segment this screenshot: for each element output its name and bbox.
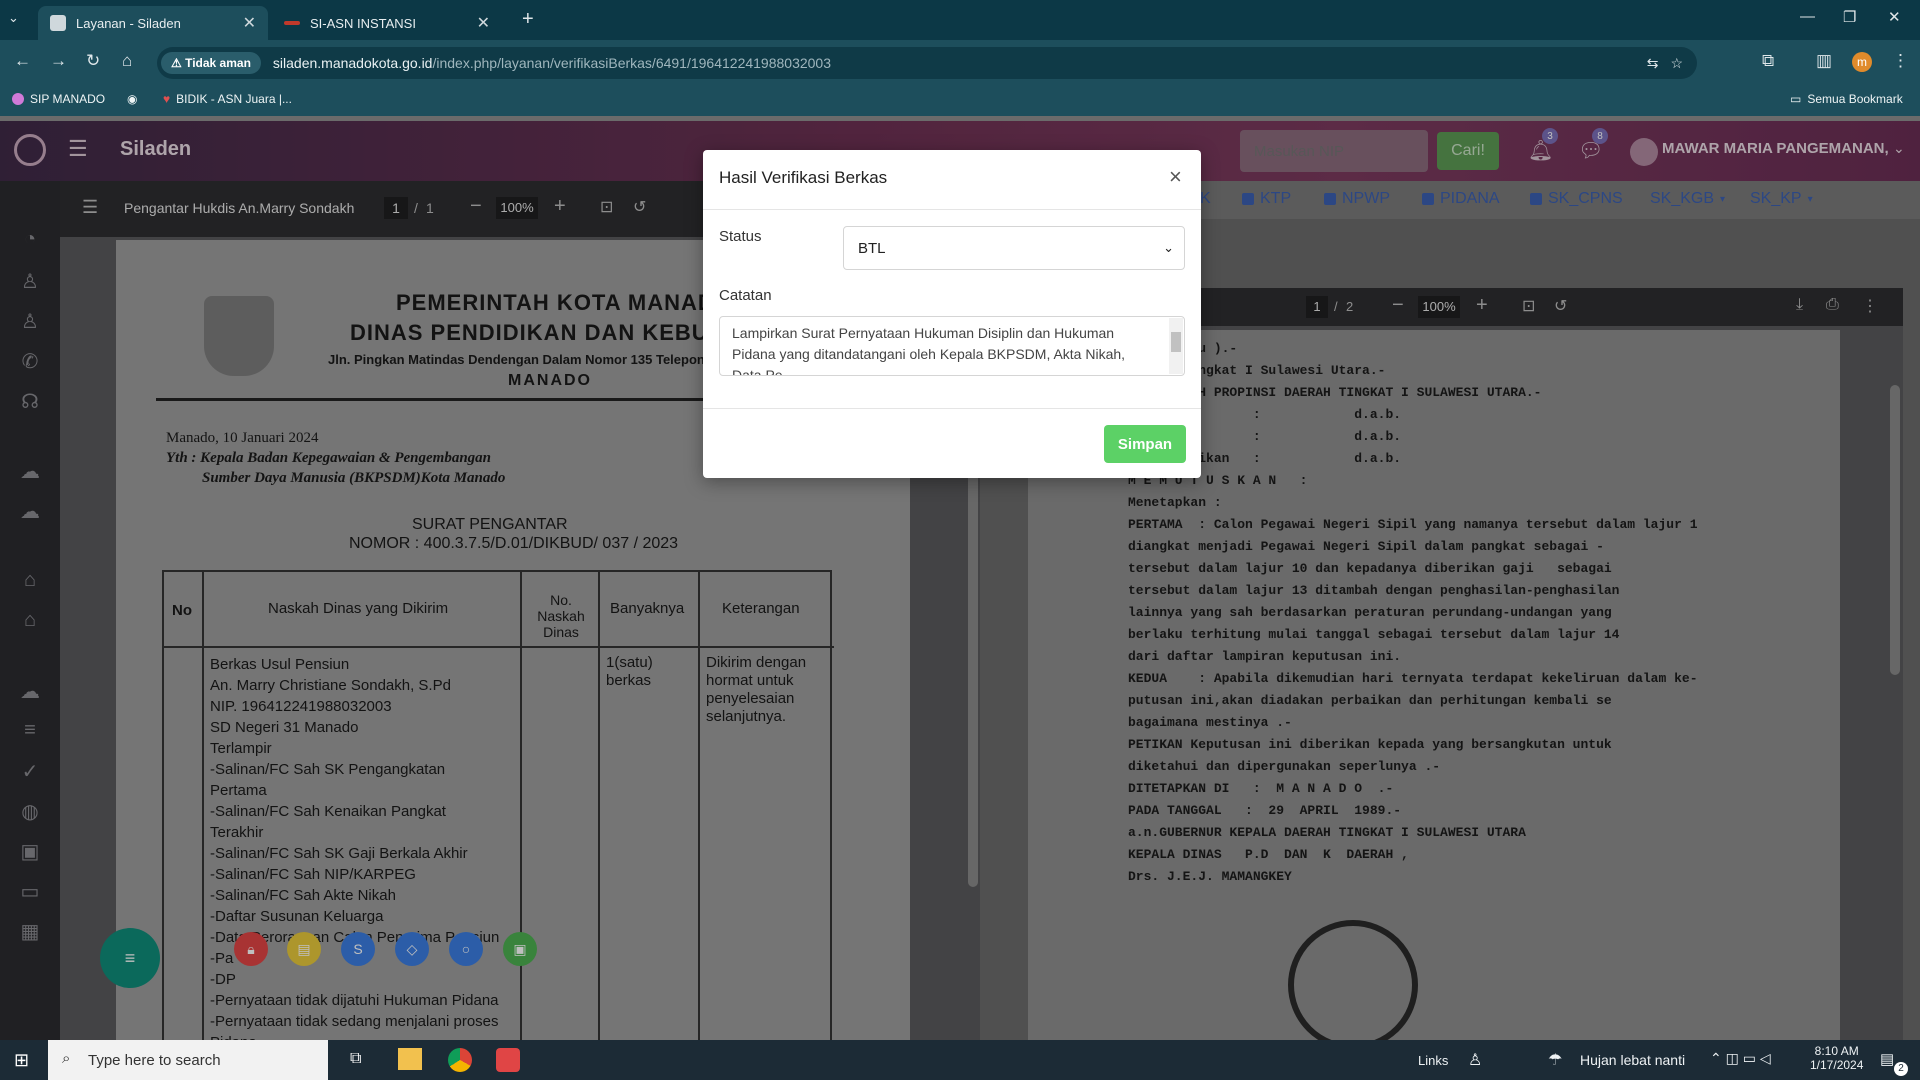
bookmark-label: BIDIK - ASN Juara |...	[176, 92, 292, 106]
tab-label: SI-ASN INSTANSI	[310, 15, 416, 31]
side-panel-icon[interactable]: ▥	[1816, 51, 1832, 71]
new-tab-icon[interactable]: +	[522, 8, 534, 31]
chrome-icon[interactable]	[448, 1048, 472, 1072]
tab-favicon-icon	[50, 15, 66, 31]
close-icon[interactable]: ×	[1169, 164, 1182, 190]
status-label: Status	[719, 228, 762, 245]
people-icon[interactable]: ♙	[1468, 1050, 1482, 1070]
tab-label: Layanan - Siladen	[76, 15, 181, 31]
bookmark-sip-manado[interactable]: SIP MANADO	[12, 92, 105, 106]
taskbar-links[interactable]: Links	[1418, 1053, 1448, 1068]
bookmark-star-icon[interactable]: ☆	[1670, 55, 1683, 72]
clock[interactable]: 8:10 AM 1/17/2024	[1810, 1044, 1863, 1072]
app-red-icon[interactable]	[496, 1048, 520, 1072]
weather-text[interactable]: Hujan lebat nanti	[1580, 1052, 1685, 1068]
all-bookmarks[interactable]: ▭ Semua Bookmark	[1790, 92, 1903, 106]
not-secure-label: Tidak aman	[185, 56, 251, 70]
modal-title: Hasil Verifikasi Berkas	[719, 168, 888, 187]
catatan-textarea[interactable]: Lampirkan Surat Pernyataan Hukuman Disip…	[719, 316, 1185, 376]
extensions-icon[interactable]: ⧉	[1762, 51, 1774, 71]
bookmark-label: SIP MANADO	[30, 92, 106, 106]
modal-divider	[703, 408, 1201, 409]
status-select[interactable]: BTL ⌄	[843, 226, 1185, 270]
weather-icon: ☂	[1548, 1052, 1563, 1069]
address-bar[interactable]: ⚠ Tidak aman siladen.manadokota.go.id/in…	[157, 47, 1697, 79]
folder-icon: ▭	[1790, 92, 1802, 106]
scroll-thumb[interactable]	[1171, 332, 1181, 352]
tab-close-icon[interactable]: ✕	[243, 13, 256, 33]
menu-kebab-icon[interactable]: ⋮	[1892, 51, 1909, 71]
bookmark-favicon-icon: ♥	[163, 92, 171, 106]
chevron-down-icon: ⌄	[1163, 240, 1174, 255]
tab-search-icon[interactable]: ⌄	[8, 10, 19, 26]
url-path: /index.php/layanan/verifikasiBerkas/6491…	[432, 55, 831, 71]
notification-count: 2	[1894, 1062, 1908, 1076]
save-button[interactable]: Simpan	[1104, 425, 1186, 463]
verification-modal: Hasil Verifikasi Berkas × Status BTL ⌄ C…	[703, 150, 1201, 478]
windows-start-icon[interactable]: ⊞	[14, 1050, 29, 1071]
url-host: siladen.manadokota.go.id	[272, 55, 433, 71]
tab-favicon-icon	[284, 21, 300, 25]
globe-icon: ◉	[127, 92, 138, 106]
back-icon[interactable]: ←	[14, 51, 31, 71]
tab-layanan[interactable]: Layanan - Siladen ✕	[38, 6, 268, 40]
browser-tab-bar: ⌄ Layanan - Siladen ✕ SI-ASN INSTANSI ✕ …	[0, 0, 1920, 40]
url-text: siladen.manadokota.go.id/index.php/layan…	[273, 55, 831, 71]
search-placeholder: Type here to search	[88, 1051, 221, 1069]
task-view-icon[interactable]: ⧉	[350, 1050, 361, 1068]
tab-si-asn[interactable]: SI-ASN INSTANSI ✕	[272, 6, 502, 40]
taskbar-search[interactable]: ⌕ Type here to search	[48, 1040, 328, 1080]
bookmark-bidik[interactable]: ♥ BIDIK - ASN Juara |...	[163, 92, 292, 106]
minimize-icon[interactable]: —	[1800, 8, 1815, 25]
textarea-scrollbar[interactable]	[1169, 318, 1183, 374]
clock-time: 8:10 AM	[1814, 1044, 1859, 1058]
bookmark-globe[interactable]: ◉	[127, 92, 137, 106]
tab-close-icon[interactable]: ✕	[477, 13, 490, 33]
catatan-label: Catatan	[719, 287, 772, 304]
window-close-icon[interactable]: ✕	[1888, 8, 1901, 26]
forward-icon[interactable]: →	[50, 51, 67, 71]
status-selected-value: BTL	[858, 239, 886, 257]
file-explorer-icon[interactable]	[398, 1048, 422, 1070]
clock-date: 1/17/2024	[1810, 1058, 1864, 1072]
notification-center-icon[interactable]: ▤	[1880, 1050, 1894, 1068]
home-icon[interactable]: ⌂	[122, 51, 132, 71]
restore-icon[interactable]: ❐	[1843, 8, 1856, 26]
bookmark-favicon-icon	[12, 93, 24, 105]
profile-avatar[interactable]: m	[1852, 52, 1872, 72]
all-bookmarks-label: Semua Bookmark	[1807, 92, 1903, 106]
translate-icon[interactable]: ⇆	[1647, 55, 1659, 72]
modal-divider	[703, 209, 1201, 210]
warning-icon: ⚠	[171, 56, 186, 70]
reload-icon[interactable]: ↻	[86, 51, 100, 71]
tray-icons[interactable]: ⌃ ◫ ▭ ◁	[1710, 1050, 1771, 1067]
not-secure-badge[interactable]: ⚠ Tidak aman	[161, 52, 261, 74]
search-icon: ⌕	[62, 1050, 71, 1067]
